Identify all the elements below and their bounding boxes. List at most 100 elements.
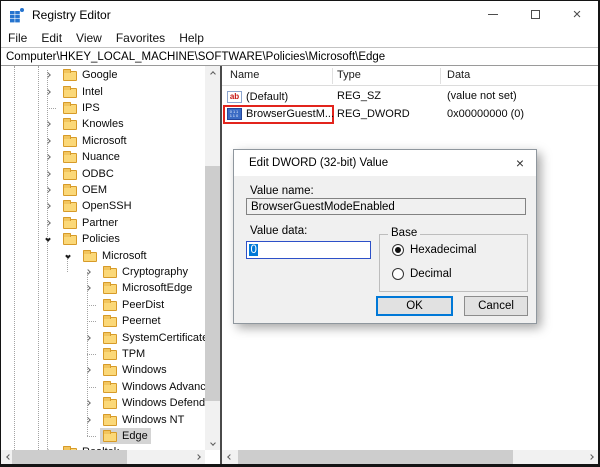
registry-value-row[interactable]: ab(Default)REG_SZ(value not set)	[222, 88, 598, 105]
tree-item-body[interactable]: OEM	[60, 182, 110, 198]
tree-item-body[interactable]: OpenSSH	[60, 198, 135, 214]
tree-item-google[interactable]: Google	[1, 67, 205, 83]
scroll-down-icon[interactable]	[205, 435, 220, 450]
tree-item-windows-nt[interactable]: Windows NT	[1, 411, 205, 427]
tree-item-cryptography[interactable]: Cryptography	[1, 264, 205, 280]
expand-arrow-icon[interactable]	[82, 329, 94, 345]
maximize-button[interactable]	[514, 1, 556, 28]
cancel-button[interactable]: Cancel	[464, 296, 528, 316]
tree-guide-dash	[87, 321, 96, 322]
expand-arrow-icon[interactable]	[42, 116, 54, 132]
radio-hexadecimal[interactable]: Hexadecimal	[392, 244, 476, 256]
expand-arrow-icon[interactable]	[82, 280, 94, 296]
column-header-type[interactable]: Type	[337, 69, 361, 81]
close-button[interactable]: ×	[556, 1, 598, 28]
scroll-right-icon[interactable]	[190, 450, 205, 464]
tree-item-knowles[interactable]: Knowles	[1, 116, 205, 132]
value-data-input[interactable]: 0	[246, 241, 371, 259]
expand-arrow-icon[interactable]	[42, 133, 54, 149]
minimize-button[interactable]	[472, 1, 514, 28]
tree-item-microsoft[interactable]: Microsoft	[1, 133, 205, 149]
expand-arrow-icon[interactable]	[42, 165, 54, 181]
menu-view[interactable]: View	[69, 29, 109, 47]
tree-item-body[interactable]: Nuance	[60, 149, 123, 165]
column-header-data[interactable]: Data	[447, 69, 470, 81]
menu-edit[interactable]: Edit	[34, 29, 69, 47]
tree-item-body[interactable]: Microsoft	[80, 247, 150, 263]
tree-item-windows-advanced[interactable]: Windows Advanced	[1, 379, 205, 395]
tree-item-tpm[interactable]: TPM	[1, 346, 205, 362]
scroll-right-icon[interactable]	[583, 450, 598, 464]
registry-value-row[interactable]: 011110BrowserGuestM...REG_DWORD0x0000000…	[222, 106, 598, 123]
tree-item-systemcertificates[interactable]: SystemCertificates	[1, 329, 205, 345]
tree-item-windows[interactable]: Windows	[1, 362, 205, 378]
column-header-name[interactable]: Name	[230, 69, 259, 81]
tree-item-microsoft[interactable]: Microsoft	[1, 247, 205, 263]
tree-item-nuance[interactable]: Nuance	[1, 149, 205, 165]
tree-item-body[interactable]: Windows Advanced	[100, 379, 205, 395]
expand-arrow-icon[interactable]	[42, 149, 54, 165]
tree-item-body[interactable]: IPS	[60, 100, 103, 116]
tree-item-peerdist[interactable]: PeerDist	[1, 297, 205, 313]
expand-arrow-icon[interactable]	[42, 182, 54, 198]
menu-file[interactable]: File	[1, 29, 34, 47]
expand-arrow-icon[interactable]	[82, 264, 94, 280]
tree-item-body[interactable]: MicrosoftEdge	[100, 280, 195, 296]
expand-arrow-icon[interactable]	[42, 215, 54, 231]
tree-item-body[interactable]: PeerDist	[100, 297, 167, 313]
tree-item-body[interactable]: SystemCertificates	[100, 329, 205, 345]
tree-item-body[interactable]: Cryptography	[100, 264, 191, 280]
dialog-close-button[interactable]: ×	[504, 150, 536, 176]
tree-item-microsoftedge[interactable]: MicrosoftEdge	[1, 280, 205, 296]
tree-item-body[interactable]: Windows Defender	[100, 395, 205, 411]
tree-item-body[interactable]: Peernet	[100, 313, 164, 329]
list-horizontal-scrollbar[interactable]	[222, 450, 598, 464]
radio-decimal[interactable]: Decimal	[392, 268, 452, 280]
tree-item-ips[interactable]: IPS	[1, 100, 205, 116]
expand-arrow-icon[interactable]	[82, 395, 94, 411]
tree-item-body[interactable]: Policies	[60, 231, 123, 247]
collapse-arrow-icon[interactable]	[62, 247, 74, 263]
scroll-left-icon[interactable]	[222, 450, 237, 464]
expand-arrow-icon[interactable]	[42, 198, 54, 214]
tree-item-openssh[interactable]: OpenSSH	[1, 198, 205, 214]
tree-item-body[interactable]: TPM	[100, 346, 148, 362]
tree-item-windows-defender[interactable]: Windows Defender	[1, 395, 205, 411]
tree-item-body[interactable]: Intel	[60, 83, 106, 99]
address-bar[interactable]: Computer\HKEY_LOCAL_MACHINE\SOFTWARE\Pol…	[1, 47, 598, 66]
tree-item-body[interactable]: Edge	[100, 428, 151, 444]
expand-arrow-icon[interactable]	[82, 362, 94, 378]
scrollbar-thumb[interactable]	[238, 450, 513, 464]
value-name-cell[interactable]: ab(Default)	[223, 87, 334, 106]
ok-button[interactable]: OK	[376, 296, 453, 316]
tree-item-body[interactable]: Knowles	[60, 116, 127, 132]
column-divider[interactable]	[332, 68, 333, 84]
highlighted-value-name-cell[interactable]: 011110BrowserGuestM...	[223, 105, 334, 124]
scrollbar-thumb[interactable]	[205, 166, 220, 401]
tree-item-body[interactable]: Windows NT	[100, 411, 187, 427]
tree-item-oem[interactable]: OEM	[1, 182, 205, 198]
tree-item-partner[interactable]: Partner	[1, 215, 205, 231]
scrollbar-thumb[interactable]	[12, 450, 127, 464]
expand-arrow-icon[interactable]	[42, 67, 54, 83]
tree-vertical-scrollbar[interactable]	[205, 66, 220, 450]
tree-item-body[interactable]: Microsoft	[60, 133, 130, 149]
scroll-up-icon[interactable]	[205, 66, 220, 81]
column-divider[interactable]	[440, 68, 441, 84]
tree-item-label: Cryptography	[122, 266, 188, 278]
tree-item-edge[interactable]: Edge	[1, 428, 205, 444]
tree-item-policies[interactable]: Policies	[1, 231, 205, 247]
menu-favorites[interactable]: Favorites	[109, 29, 172, 47]
tree-item-peernet[interactable]: Peernet	[1, 313, 205, 329]
expand-arrow-icon[interactable]	[82, 411, 94, 427]
expand-arrow-icon[interactable]	[42, 83, 54, 99]
collapse-arrow-icon[interactable]	[42, 231, 54, 247]
tree-item-body[interactable]: Partner	[60, 215, 121, 231]
tree-item-body[interactable]: Google	[60, 67, 120, 83]
menu-help[interactable]: Help	[172, 29, 211, 47]
tree-horizontal-scrollbar[interactable]	[1, 450, 205, 464]
tree-item-body[interactable]: ODBC	[60, 165, 117, 181]
tree-item-intel[interactable]: Intel	[1, 83, 205, 99]
tree-item-body[interactable]: Windows	[100, 362, 170, 378]
tree-item-odbc[interactable]: ODBC	[1, 165, 205, 181]
